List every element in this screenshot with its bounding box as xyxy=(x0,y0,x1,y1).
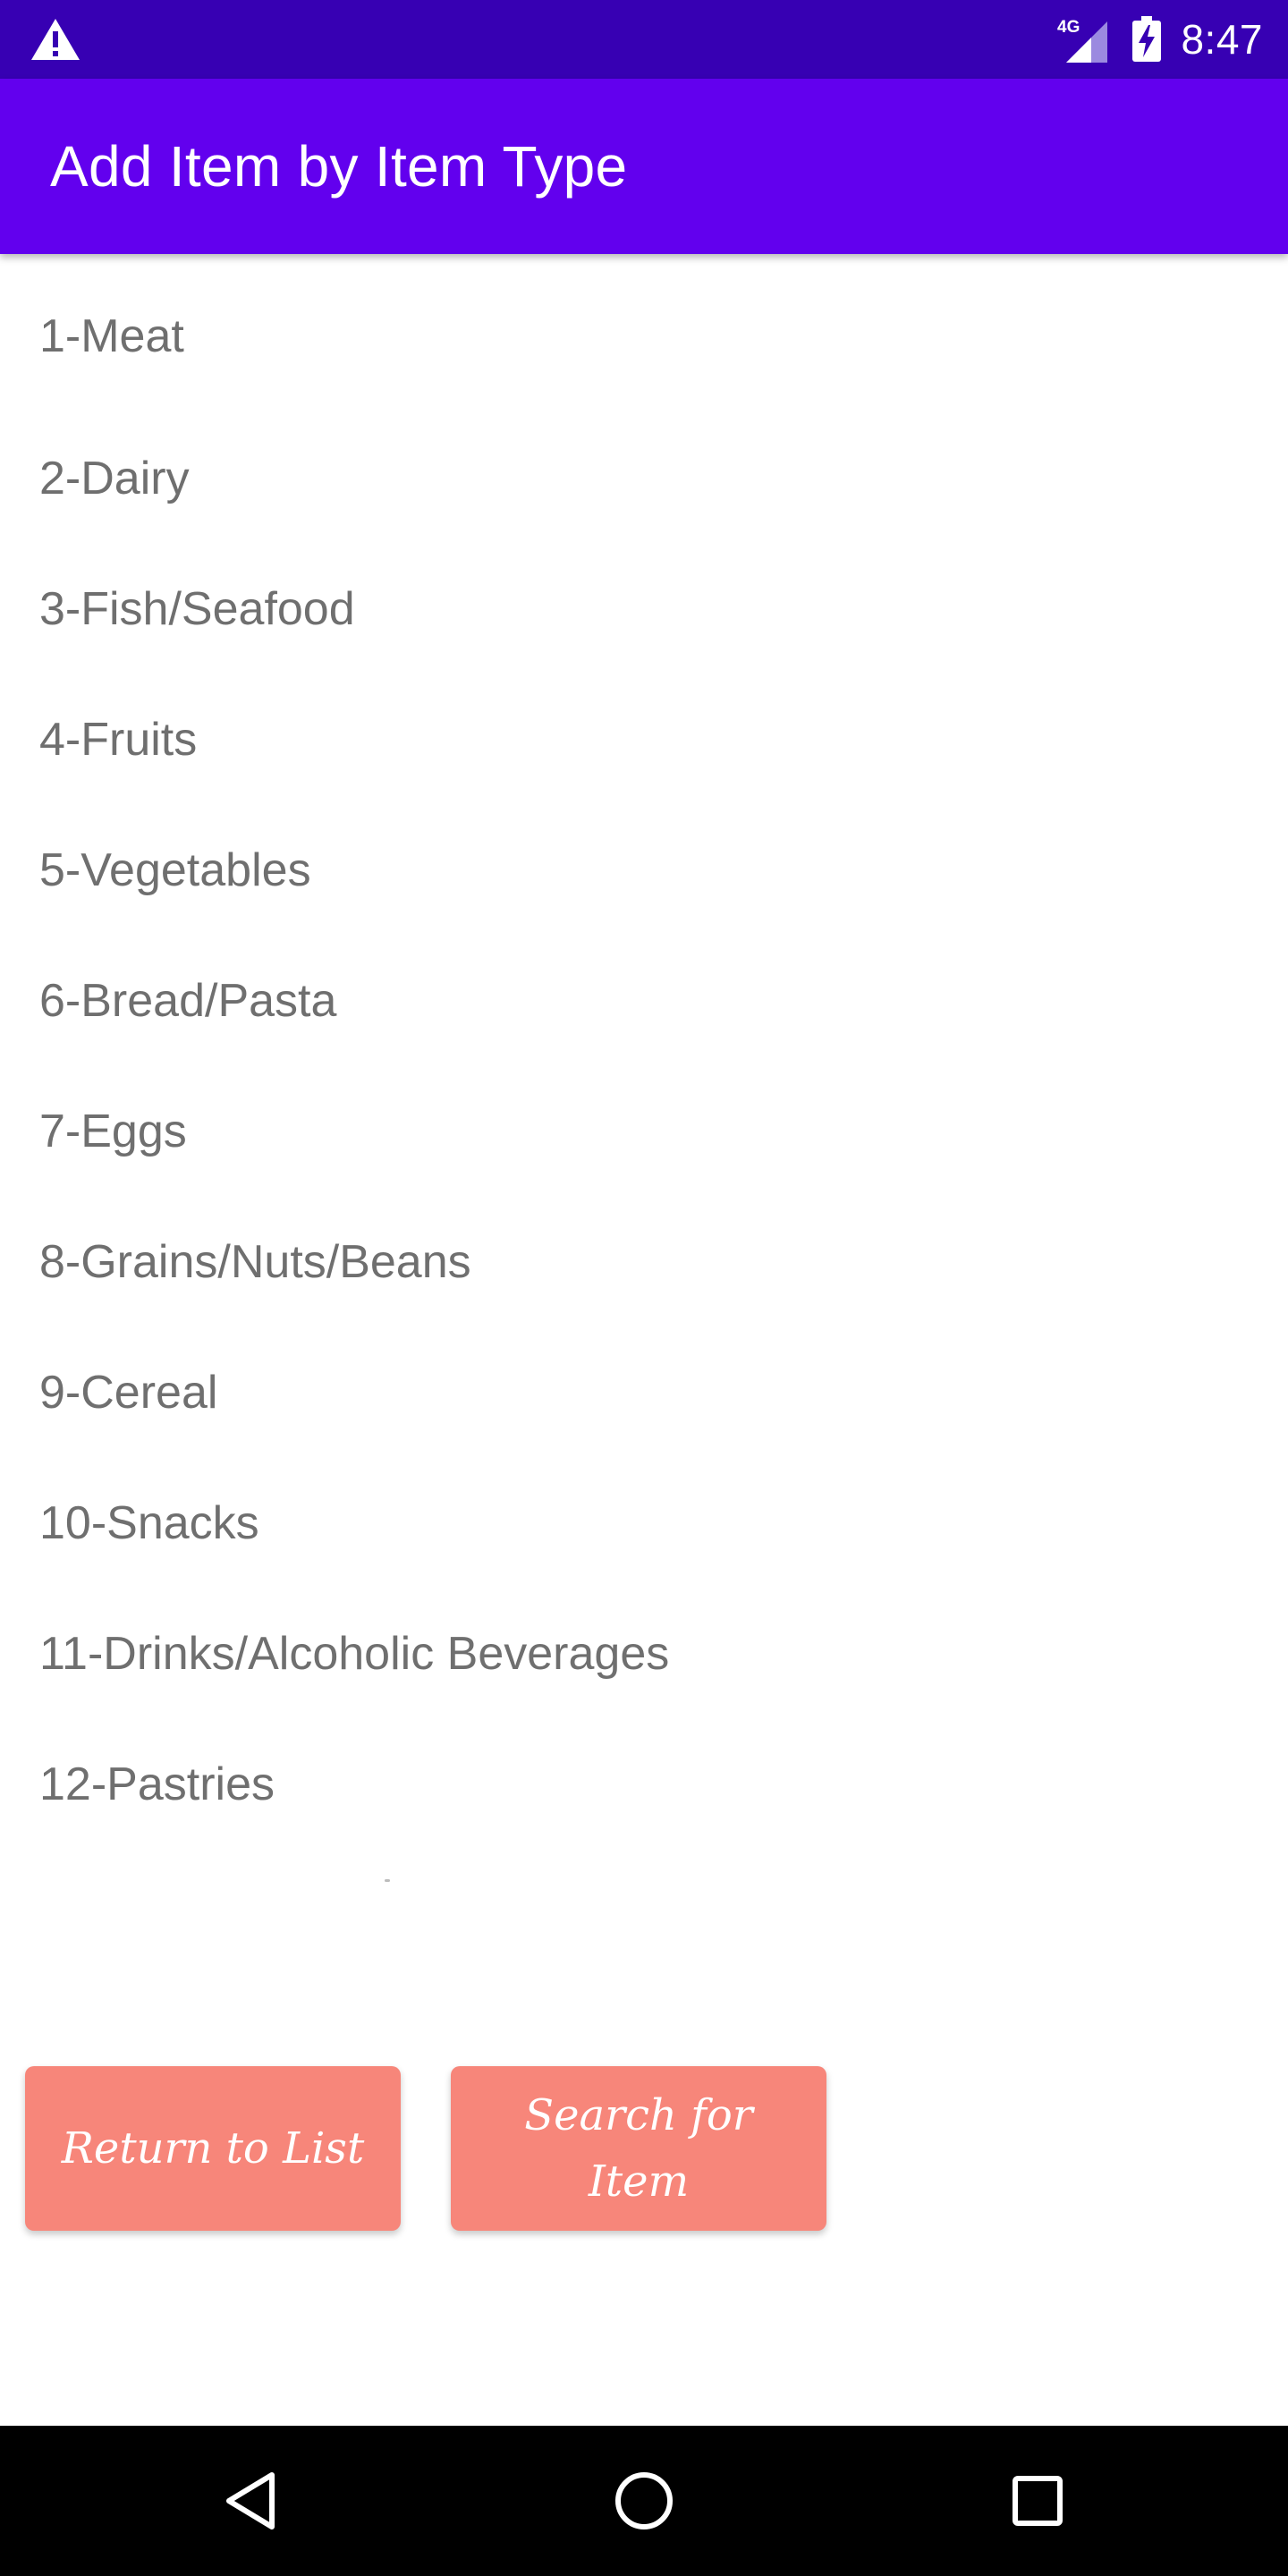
back-triangle-icon xyxy=(226,2472,275,2529)
status-bar: 4G 8:47 xyxy=(0,0,1288,79)
status-icons: 4G 8:47 xyxy=(1055,0,1263,79)
signal-icon: 4G xyxy=(1057,18,1108,63)
status-time: 8:47 xyxy=(1181,16,1263,63)
list-item[interactable]: 9-Cereal xyxy=(0,1327,1288,1458)
search-for-item-button[interactable]: Search for Item xyxy=(451,2066,826,2231)
return-to-list-button[interactable]: Return to List xyxy=(25,2066,401,2231)
screen: 4G 8:47 Add Item by Item Type 1-Meat 2-D… xyxy=(0,0,1288,2576)
navigation-bar xyxy=(0,2426,1288,2576)
list-item[interactable]: 3-Fish/Seafood xyxy=(0,544,1288,674)
list-item[interactable]: 2-Dairy xyxy=(0,413,1288,544)
list-item[interactable]: 6-Bread/Pasta xyxy=(0,936,1288,1066)
list-item[interactable]: 1-Meat xyxy=(0,254,1288,413)
home-button[interactable] xyxy=(569,2426,719,2576)
page-title: Add Item by Item Type xyxy=(50,134,628,199)
list-item[interactable]: 11-Drinks/Alcoholic Beverages xyxy=(0,1589,1288,1719)
list-item[interactable]: 8-Grains/Nuts/Beans xyxy=(0,1197,1288,1327)
list-item[interactable]: 10-Snacks xyxy=(0,1458,1288,1589)
recents-square-icon xyxy=(1013,2476,1063,2526)
list-item[interactable]: 7-Eggs xyxy=(0,1066,1288,1197)
list-item[interactable]: 5-Vegetables xyxy=(0,805,1288,936)
scrollbar-indicator xyxy=(385,1879,390,1882)
list-item[interactable]: 4-Fruits xyxy=(0,674,1288,805)
app-bar: Add Item by Item Type xyxy=(0,79,1288,254)
home-circle-icon xyxy=(615,2472,673,2529)
recents-button[interactable] xyxy=(962,2426,1113,2576)
network-type-label: 4G xyxy=(1057,18,1080,37)
list-item[interactable]: 12-Pastries xyxy=(0,1719,1288,1850)
item-type-list: 1-Meat 2-Dairy 3-Fish/Seafood 4-Fruits 5… xyxy=(0,254,1288,1850)
battery-charging-icon xyxy=(1132,16,1162,62)
warning-icon xyxy=(31,19,80,60)
back-button[interactable] xyxy=(175,2426,326,2576)
